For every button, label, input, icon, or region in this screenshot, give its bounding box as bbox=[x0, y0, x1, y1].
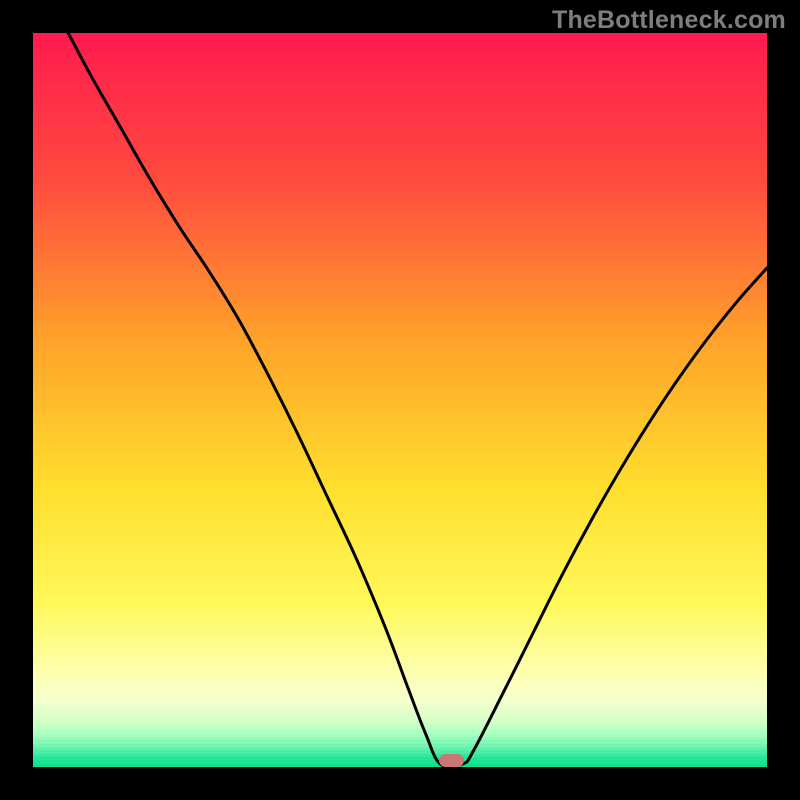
sweet-spot-marker bbox=[439, 754, 465, 767]
watermark-text: TheBottleneck.com bbox=[552, 6, 786, 35]
background-gradient bbox=[33, 33, 767, 767]
plot-area bbox=[33, 33, 767, 767]
chart-frame: TheBottleneck.com bbox=[0, 0, 800, 800]
